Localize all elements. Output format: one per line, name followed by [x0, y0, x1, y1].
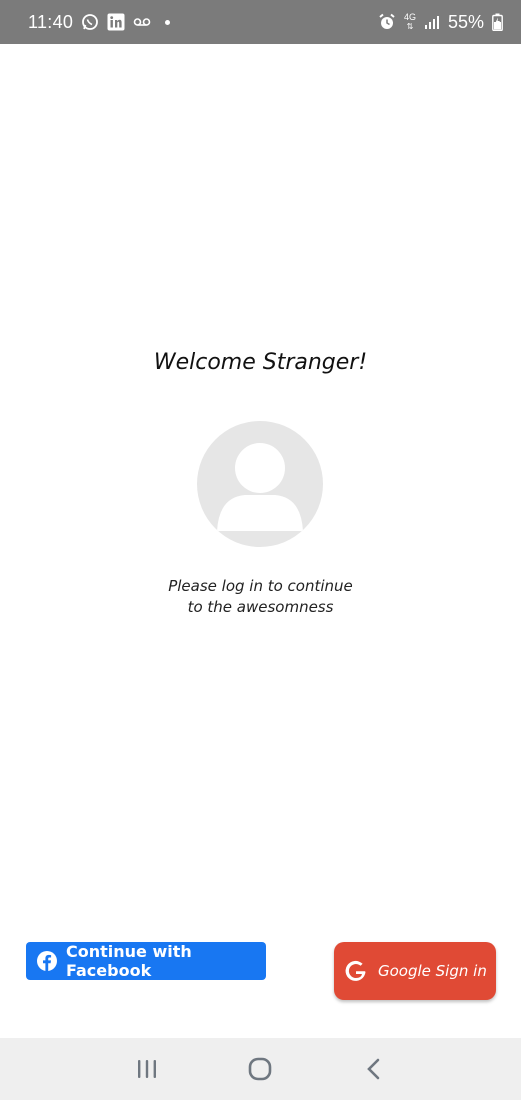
- network-4g-icon: 4G ⇅: [403, 12, 416, 32]
- google-icon: [344, 959, 368, 983]
- notification-dot-icon: [165, 19, 171, 25]
- whatsapp-icon: [81, 13, 99, 31]
- avatar: [197, 421, 323, 547]
- status-bar: 11:40 4G ⇅ 55%: [0, 0, 521, 44]
- back-icon: [367, 1058, 380, 1080]
- status-bar-left: 11:40: [28, 11, 171, 33]
- facebook-login-button[interactable]: Continue with Facebook: [26, 942, 266, 980]
- status-time: 11:40: [28, 11, 74, 32]
- alarm-icon: [378, 13, 396, 31]
- battery-icon: [492, 13, 503, 31]
- facebook-login-label: Continue with Facebook: [66, 942, 192, 980]
- google-sign-in-label: Google Sign in: [378, 962, 487, 980]
- facebook-icon: [36, 950, 58, 972]
- navigation-bar: [0, 1038, 521, 1100]
- back-button[interactable]: [354, 1049, 394, 1089]
- recent-apps-icon: [137, 1060, 156, 1078]
- linkedin-icon: [107, 13, 125, 31]
- login-message-line-2: to the awesomness: [187, 598, 334, 616]
- home-button[interactable]: [240, 1049, 280, 1089]
- login-message: Please log in to continue to the awesomn…: [0, 576, 521, 618]
- battery-percentage: 55%: [447, 11, 484, 32]
- network-type: 4G: [403, 12, 416, 22]
- signal-icon: [424, 14, 440, 30]
- recent-apps-button[interactable]: [127, 1049, 167, 1089]
- google-sign-in-button[interactable]: Google Sign in: [334, 942, 496, 1000]
- voicemail-icon: [133, 16, 151, 28]
- login-message-line-1: Please log in to continue: [168, 577, 353, 595]
- user-placeholder-icon: [217, 443, 303, 531]
- status-bar-right: 4G ⇅ 55%: [378, 12, 503, 33]
- home-icon: [249, 1057, 272, 1081]
- page-title: Welcome Stranger!: [153, 350, 368, 375]
